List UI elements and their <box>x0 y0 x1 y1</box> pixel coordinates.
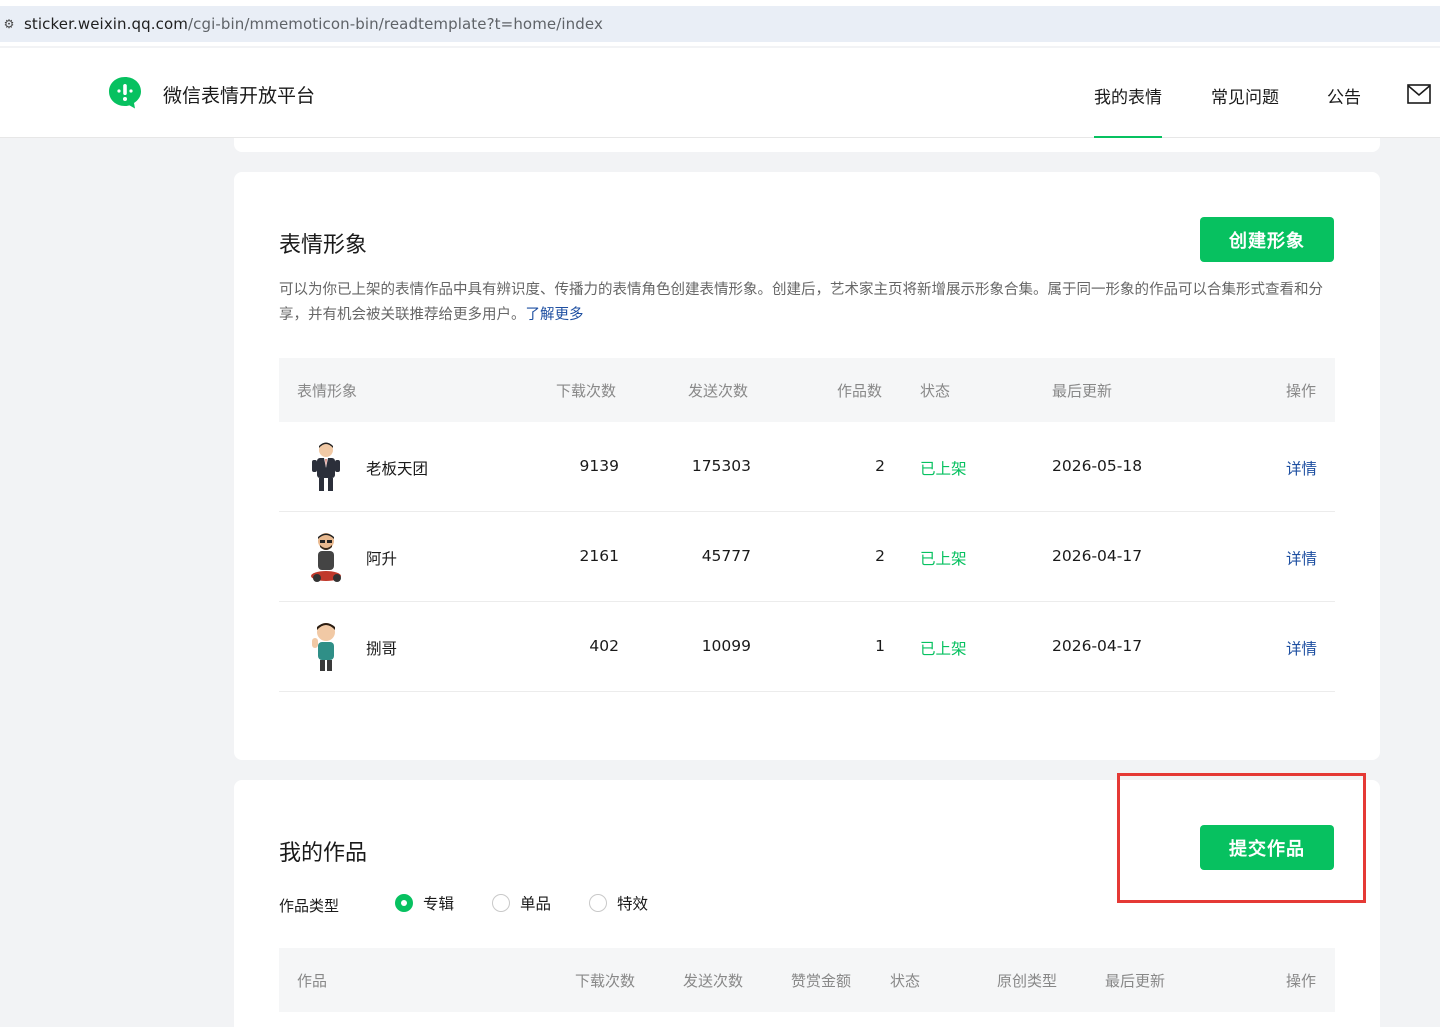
downloads-value: 402 <box>589 637 619 655</box>
url-path: /cgi-bin/mmemoticon-bin/readtemplate?t=h… <box>187 15 603 33</box>
radio-unchecked-icon <box>589 894 607 912</box>
works-table: 作品 下载次数 发送次数 赞赏金额 状态 原创类型 最后更新 操作 <box>279 948 1335 1012</box>
works-value: 2 <box>875 457 885 475</box>
updated-value: 2026-04-17 <box>1052 547 1143 565</box>
table-row: 老板天团 9139 175303 2 已上架 2026-05-18 详情 <box>279 422 1335 512</box>
sends-value: 10099 <box>701 637 751 655</box>
sends-value: 45777 <box>701 547 751 565</box>
detail-link[interactable]: 详情 <box>1286 547 1317 569</box>
url-text: sticker.weixin.qq.com/cgi-bin/mmemoticon… <box>24 15 603 33</box>
table-header: 作品 下载次数 发送次数 赞赏金额 状态 原创类型 最后更新 操作 <box>279 948 1335 1012</box>
nav-faq[interactable]: 常见问题 <box>1211 83 1279 108</box>
col-updated: 最后更新 <box>1105 972 1166 990</box>
col-work: 作品 <box>297 972 328 990</box>
learn-more-link[interactable]: 了解更多 <box>526 307 584 323</box>
sends-value: 175303 <box>691 457 751 475</box>
site-header: 微信表情开放平台 我的表情 常见问题 公告 <box>0 48 1440 139</box>
col-action: 操作 <box>1286 972 1317 990</box>
col-downloads: 下载次数 <box>575 972 636 990</box>
col-status: 状态 <box>890 972 921 990</box>
radio-label: 特效 <box>617 895 649 913</box>
browser-address-bar: ⚙ sticker.weixin.qq.com/cgi-bin/mmemotic… <box>0 0 1440 46</box>
table-header: 表情形象 下载次数 发送次数 作品数 状态 最后更新 操作 <box>279 358 1335 422</box>
detail-link[interactable]: 详情 <box>1286 457 1317 479</box>
characters-description: 可以为你已上架的表情作品中具有辨识度、传播力的表情角色创建表情形象。创建后，艺术… <box>279 278 1339 328</box>
works-value: 2 <box>875 547 885 565</box>
works-title: 我的作品 <box>279 841 368 866</box>
col-sends: 发送次数 <box>683 972 744 990</box>
characters-table: 表情形象 下载次数 发送次数 作品数 状态 最后更新 操作 老板天团 9139 <box>279 358 1335 692</box>
updated-value: 2026-04-17 <box>1052 637 1143 655</box>
table-row: 阿升 2161 45777 2 已上架 2026-04-17 详情 <box>279 512 1335 602</box>
wechat-sticker-logo-icon[interactable] <box>107 75 143 111</box>
col-tips: 赞赏金额 <box>791 972 852 990</box>
col-updated: 最后更新 <box>1052 382 1113 400</box>
character-avatar <box>312 442 340 491</box>
radio-effect[interactable]: 特效 <box>589 892 648 914</box>
updated-value: 2026-05-18 <box>1052 457 1143 475</box>
nav-my-stickers[interactable]: 我的表情 <box>1094 83 1162 139</box>
radio-unchecked-icon <box>492 894 510 912</box>
detail-link[interactable]: 详情 <box>1286 637 1317 659</box>
col-action: 操作 <box>1286 382 1317 400</box>
nav-announcements[interactable]: 公告 <box>1327 83 1361 108</box>
character-avatar <box>312 623 335 671</box>
col-original-type: 原创类型 <box>997 972 1058 990</box>
create-character-button[interactable]: 创建形象 <box>1200 217 1334 262</box>
works-value: 1 <box>875 637 885 655</box>
radio-label: 单品 <box>520 895 552 913</box>
highlight-annotation-box <box>1117 773 1366 903</box>
character-name: 阿升 <box>366 550 398 568</box>
previous-card-edge <box>234 138 1380 152</box>
character-name: 老板天团 <box>366 460 429 478</box>
work-type-label: 作品类型 <box>279 897 340 915</box>
col-downloads: 下载次数 <box>556 382 617 400</box>
url-host: sticker.weixin.qq.com <box>24 15 188 33</box>
url-field[interactable]: ⚙ sticker.weixin.qq.com/cgi-bin/mmemotic… <box>0 6 1440 42</box>
col-sends: 发送次数 <box>688 382 749 400</box>
radio-checked-icon <box>395 894 413 912</box>
downloads-value: 9139 <box>579 457 619 475</box>
description-text: 可以为你已上架的表情作品中具有辨识度、传播力的表情角色创建表情形象。创建后，艺术… <box>279 282 1323 323</box>
table-row: 捌哥 402 10099 1 已上架 2026-04-17 详情 <box>279 602 1335 692</box>
col-works: 作品数 <box>837 382 883 400</box>
status-badge: 已上架 <box>920 460 967 478</box>
character-avatar <box>311 533 341 582</box>
character-name: 捌哥 <box>366 640 398 658</box>
status-badge: 已上架 <box>920 640 967 658</box>
radio-album[interactable]: 专辑 <box>395 892 454 914</box>
status-badge: 已上架 <box>920 550 967 568</box>
mail-icon[interactable] <box>1407 84 1431 104</box>
brand-title[interactable]: 微信表情开放平台 <box>163 81 315 108</box>
radio-label: 专辑 <box>423 895 455 913</box>
characters-title: 表情形象 <box>279 233 368 258</box>
site-settings-icon[interactable]: ⚙ <box>0 17 18 31</box>
radio-single[interactable]: 单品 <box>492 892 551 914</box>
col-character: 表情形象 <box>297 382 358 400</box>
downloads-value: 2161 <box>579 547 619 565</box>
characters-card: 表情形象 创建形象 可以为你已上架的表情作品中具有辨识度、传播力的表情角色创建表… <box>234 172 1380 760</box>
col-status: 状态 <box>920 382 951 400</box>
